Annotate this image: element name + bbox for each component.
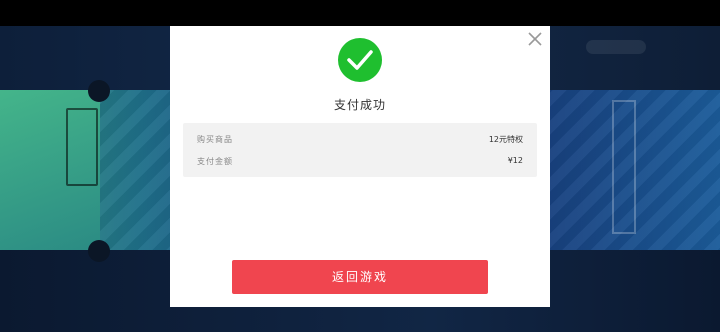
detail-label: 购买商品 — [197, 135, 233, 144]
detail-label: 支付金额 — [197, 157, 233, 166]
close-icon[interactable] — [526, 30, 544, 48]
background-tag-icon — [612, 100, 636, 234]
return-to-game-button[interactable]: 返回游戏 — [232, 260, 488, 294]
detail-value: 12元特权 — [488, 135, 523, 144]
check-circle-icon — [337, 37, 383, 83]
background-logo-icon — [66, 108, 98, 186]
top-status-bar — [0, 0, 720, 26]
detail-row-amount: 支付金额 ¥12 — [197, 156, 523, 170]
detail-value: ¥12 — [507, 156, 523, 165]
payment-success-dialog: 支付成功 购买商品 12元特权 支付金额 ¥12 返回游戏 — [170, 26, 550, 307]
background-pill — [586, 40, 646, 54]
dialog-title: 支付成功 — [333, 98, 386, 112]
order-details: 购买商品 12元特权 支付金额 ¥12 — [183, 123, 537, 177]
ticket-notch-top — [88, 80, 110, 102]
detail-row-product: 购买商品 12元特权 — [197, 134, 523, 148]
ticket-notch-bottom — [88, 240, 110, 262]
